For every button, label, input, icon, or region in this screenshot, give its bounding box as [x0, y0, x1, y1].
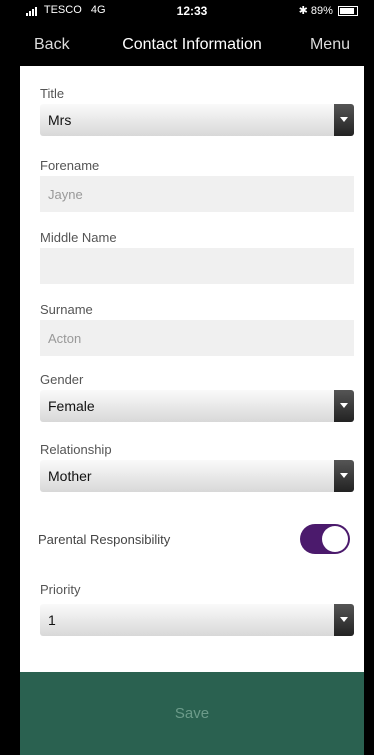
bluetooth-icon: ✱ [298, 5, 308, 17]
forename-field[interactable] [40, 176, 354, 212]
priority-select[interactable]: 1 [40, 604, 354, 636]
middle-name-label: Middle Name [40, 230, 117, 245]
forename-label: Forename [40, 158, 100, 173]
title-select[interactable]: Mrs [40, 104, 354, 136]
chevron-down-icon [334, 604, 354, 636]
gender-select[interactable]: Female [40, 390, 354, 422]
relationship-select[interactable]: Mother [40, 460, 354, 492]
surname-label: Surname [40, 302, 93, 317]
save-button[interactable]: Save [20, 672, 364, 755]
battery-icon [338, 6, 358, 17]
battery-percent: 89% [310, 5, 333, 17]
menu-button[interactable]: Menu [310, 36, 350, 54]
parental-responsibility-label: Parental Responsibility [38, 532, 171, 547]
top-bar: TESCO 4G 12:33 ✱ 89% Back Contact Inform… [20, 0, 364, 66]
title-value: Mrs [48, 112, 72, 128]
chevron-down-icon [334, 104, 354, 136]
chevron-down-icon [334, 460, 354, 492]
gender-label: Gender [40, 372, 84, 387]
title-label: Title [40, 86, 65, 101]
phone-screen: TESCO 4G 12:33 ✱ 89% Back Contact Inform… [20, 0, 364, 755]
gender-value: Female [48, 398, 95, 414]
middle-name-field[interactable] [40, 248, 354, 284]
status-bar: TESCO 4G 12:33 ✱ 89% [20, 0, 364, 22]
relationship-value: Mother [48, 468, 92, 484]
parental-responsibility-toggle[interactable] [300, 524, 350, 554]
nav-bar: Back Contact Information Menu [20, 28, 364, 64]
priority-value: 1 [48, 612, 56, 628]
battery-status: ✱ 89% [299, 4, 358, 17]
priority-label: Priority [40, 582, 81, 597]
toggle-knob [322, 526, 348, 552]
surname-field[interactable] [40, 320, 354, 356]
chevron-down-icon [334, 390, 354, 422]
relationship-label: Relationship [40, 442, 112, 457]
